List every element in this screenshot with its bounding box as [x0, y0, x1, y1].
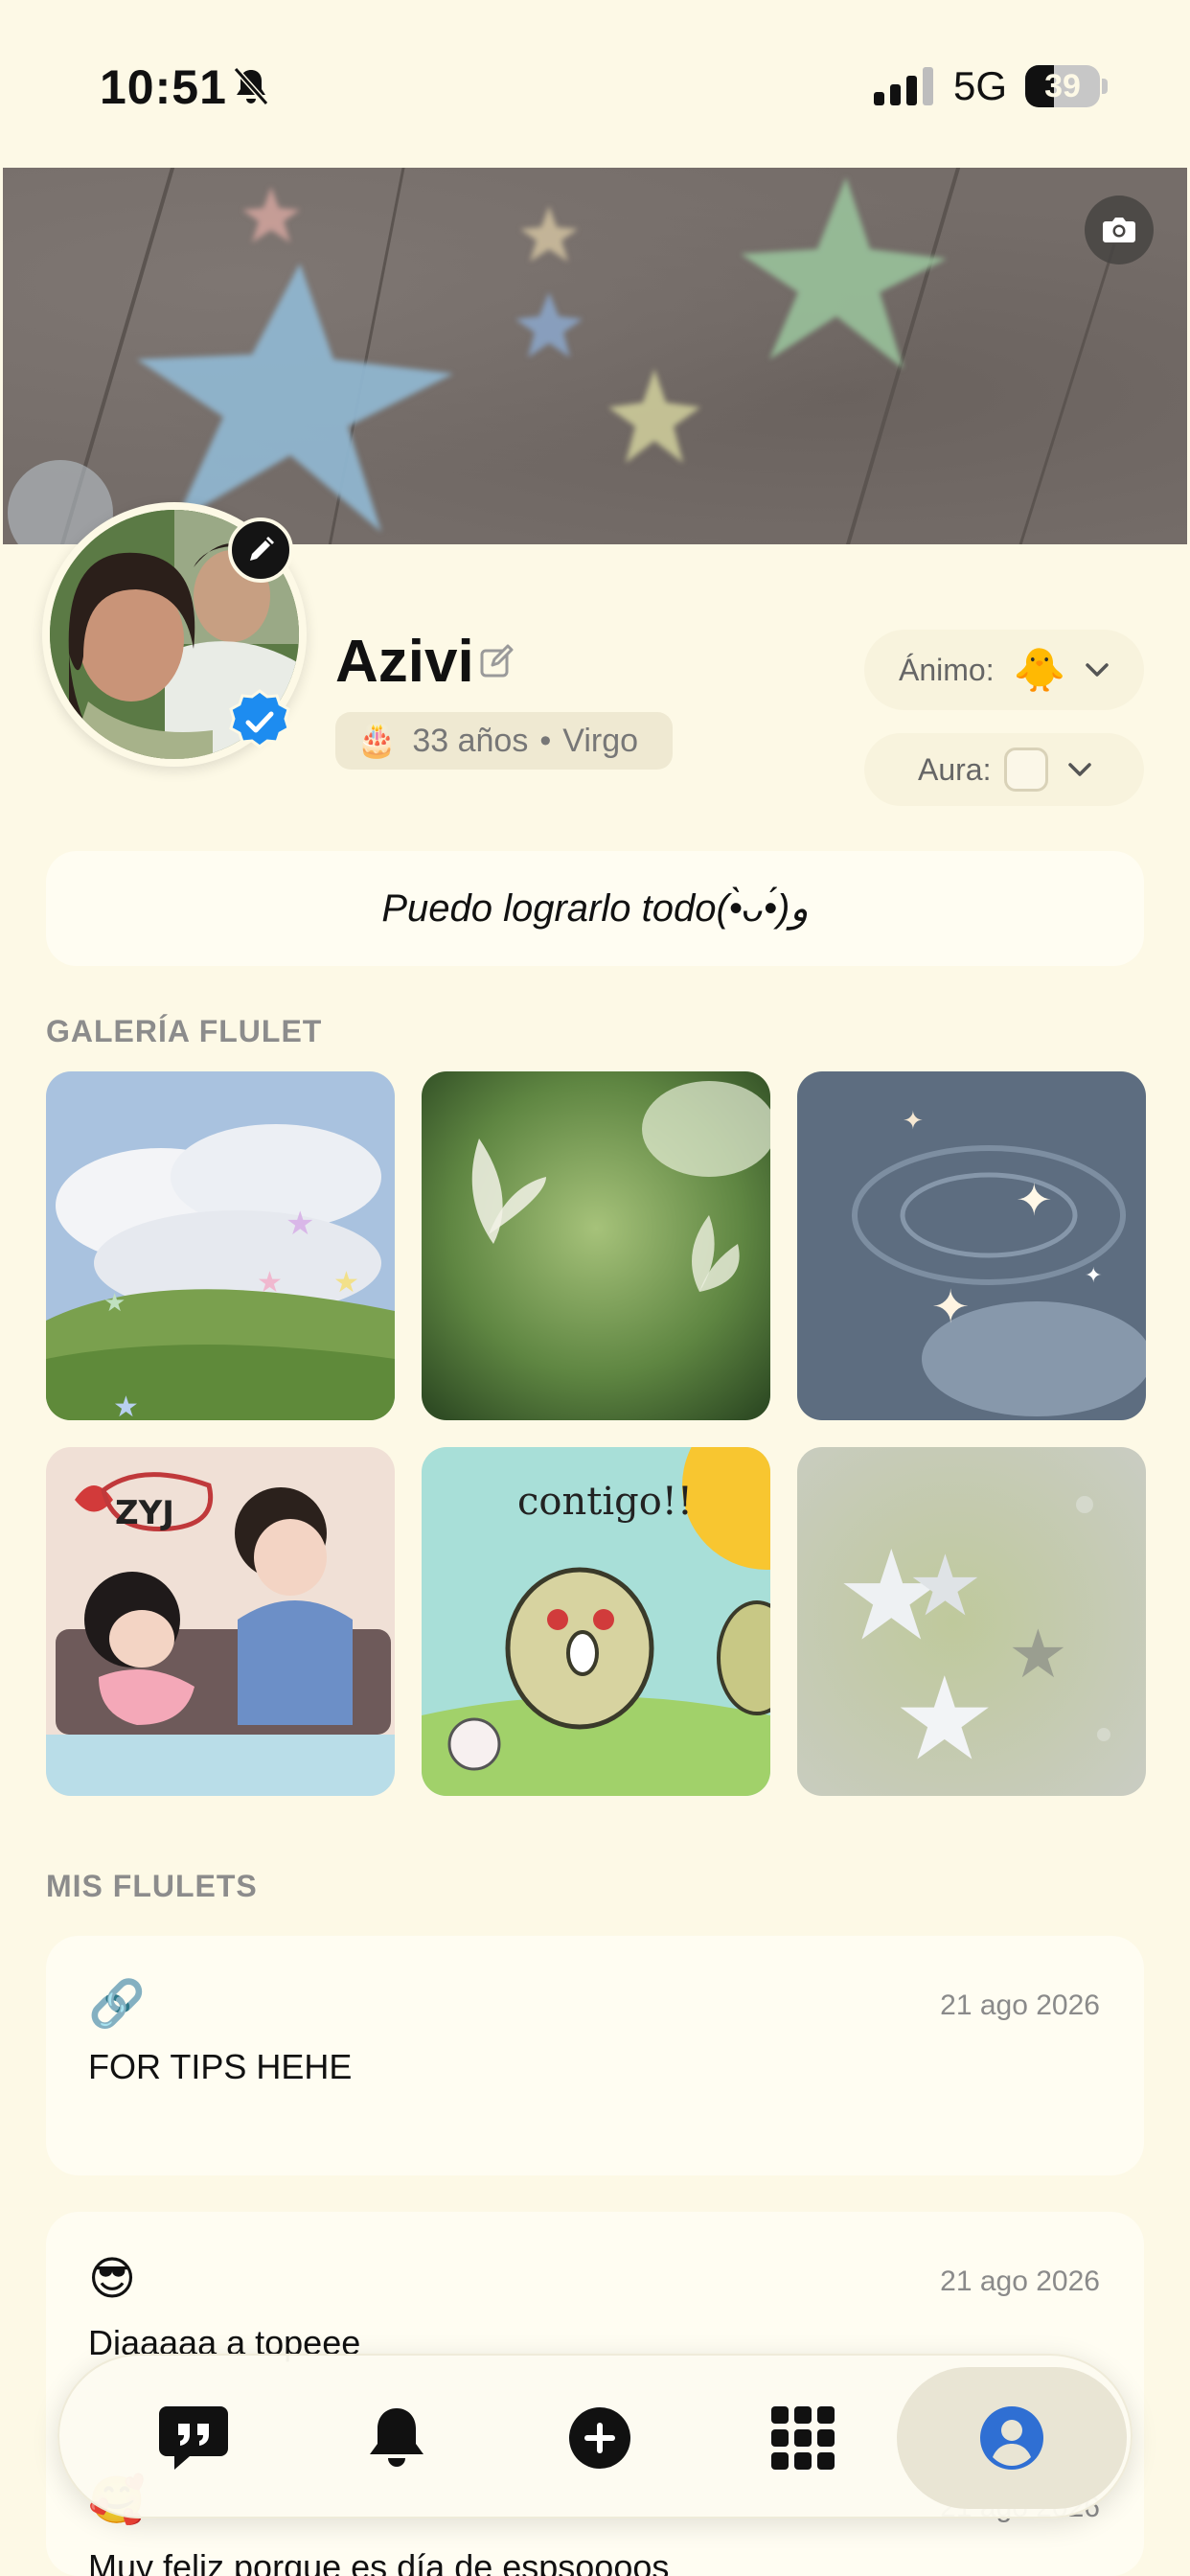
aura-label: Aura: [918, 751, 992, 787]
quote-bubble-icon [159, 2406, 228, 2470]
camera-icon [1103, 218, 1135, 242]
age-text: 33 años [412, 722, 529, 759]
status-time: 10:51 [100, 60, 227, 114]
pencil-icon [250, 537, 274, 561]
gallery-item-couple-drawing[interactable]: ZYJ [46, 1447, 395, 1796]
bell-icon [370, 2408, 423, 2467]
flulet-date: 21 ago 2026 [940, 2266, 1100, 2297]
cover-image [8, 168, 1116, 544]
nav-profile-button[interactable] [962, 2388, 1062, 2488]
svg-text:★: ★ [893, 1655, 996, 1783]
svg-text:✦: ✦ [931, 1282, 970, 1333]
edit-name-icon[interactable] [479, 644, 514, 678]
gallery-item-contigo-drawing[interactable]: contigo!! [422, 1447, 770, 1796]
nav-notifications-button[interactable] [347, 2388, 446, 2488]
gallery-item-clouds[interactable]: ★ ★ ★ ★ ★ [46, 1071, 395, 1420]
bottom-nav [57, 2354, 1133, 2518]
edit-avatar-button[interactable] [228, 518, 293, 583]
change-cover-button[interactable] [1085, 196, 1154, 264]
age-sign-chip: 🎂 33 años • Virgo [335, 712, 673, 770]
status-bar: 10:51 5G 39 [0, 0, 1190, 168]
network-type: 5G [953, 63, 1008, 108]
nav-quotes-button[interactable] [144, 2388, 243, 2488]
flulet-text: Muy feliz porque es día de espsoooos [88, 2547, 670, 2576]
cake-icon: 🎂 [356, 723, 398, 759]
chevron-down-icon [1068, 763, 1092, 776]
svg-text:★: ★ [257, 1267, 283, 1299]
zodiac-text: Virgo [562, 722, 639, 759]
mood-selector[interactable]: Ánimo: 🐥 [864, 630, 1144, 710]
mood-label: Ánimo: [899, 652, 995, 687]
flulets-title: MIS FLULETS [46, 1869, 258, 1903]
plus-circle-icon [569, 2407, 630, 2469]
nav-create-button[interactable] [550, 2388, 650, 2488]
svg-text:✦: ✦ [1016, 1175, 1053, 1225]
link-icon: 🔗 [88, 1979, 146, 2030]
gallery-title: GALERÍA FLULET [46, 1014, 323, 1048]
gallery-item-butterflies[interactable] [422, 1071, 770, 1420]
svg-text:✦: ✦ [1085, 1263, 1102, 1287]
flulet-text: FOR TIPS HEHE [88, 2047, 353, 2086]
svg-text:ZYJ: ZYJ [115, 1494, 174, 1532]
nav-apps-button[interactable] [753, 2388, 853, 2488]
bio-text[interactable]: Puedo lograrlo todo(•̀ᴗ•́)و [46, 851, 1144, 966]
svg-text:★: ★ [286, 1206, 314, 1242]
grid-icon [771, 2406, 835, 2470]
svg-text:★: ★ [1008, 1617, 1068, 1691]
svg-text:★: ★ [333, 1267, 359, 1299]
cover-photo[interactable] [3, 168, 1187, 544]
signal-icon [874, 67, 933, 105]
profile-name: Azivi [335, 629, 474, 695]
verified-badge-icon [229, 689, 290, 748]
svg-text:★: ★ [103, 1288, 126, 1317]
svg-text:★: ★ [907, 1538, 983, 1633]
chevron-down-icon [1086, 663, 1110, 677]
separator-dot: • [539, 722, 552, 759]
battery-icon: 39 [1025, 65, 1108, 107]
aura-color-swatch [1004, 748, 1049, 792]
svg-text:★: ★ [113, 1392, 139, 1420]
sunglasses-emoji-icon: 😎 [88, 2254, 137, 2305]
svg-text:✦: ✦ [903, 1106, 924, 1135]
flulet-date: 21 ago 2026 [940, 1990, 1100, 2021]
gallery-item-stars-green[interactable]: ★ ★ ★ ★ [797, 1447, 1146, 1796]
aura-selector[interactable]: Aura: [864, 733, 1144, 806]
gallery-item-water[interactable]: ✦ ✦ ✦ ✦ [797, 1071, 1146, 1420]
drawing-caption: contigo!! [517, 1480, 693, 1524]
mood-emoji: 🐥 [1013, 647, 1066, 694]
profile-icon [980, 2406, 1043, 2470]
battery-level: 39 [1044, 68, 1081, 104]
flulet-card[interactable]: 🔗 21 ago 2026 FOR TIPS HEHE [46, 1936, 1144, 2175]
bell-muted-icon [233, 67, 269, 105]
